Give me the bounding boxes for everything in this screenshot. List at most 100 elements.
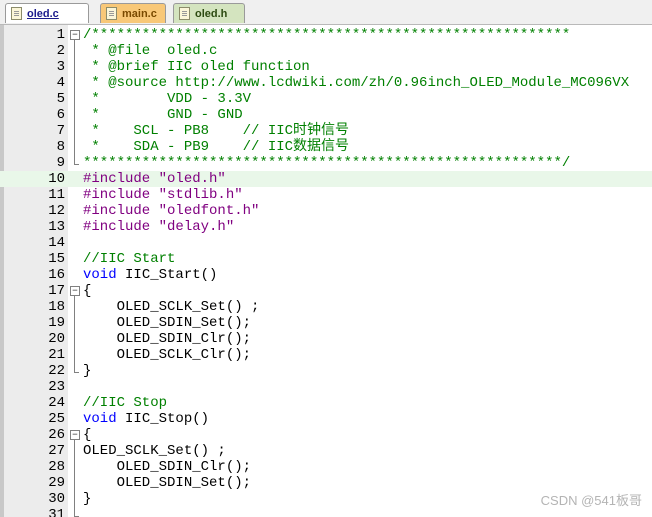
code-line[interactable]: 23 (0, 379, 652, 395)
code-text: void IIC_Start() (83, 267, 217, 283)
string-literal: "stdlib.h" (158, 187, 243, 203)
code-line[interactable]: 25 void IIC_Stop() (0, 411, 652, 427)
comment: //IIC Start (83, 251, 176, 267)
line-number: 13 (48, 219, 65, 235)
line-number: 15 (48, 251, 65, 267)
code-line[interactable]: 9 ***************************************… (0, 155, 652, 171)
code-line[interactable]: 18 OLED_SCLK_Set() ; (0, 299, 652, 315)
file-icon (179, 7, 190, 20)
code-statement: { (83, 283, 92, 299)
code-line[interactable]: 19 OLED_SDIN_Set(); (0, 315, 652, 331)
code-line[interactable]: 10 #include "oled.h" (0, 171, 652, 187)
code-line[interactable]: 13 #include "delay.h" (0, 219, 652, 235)
comment: * GND - GND (83, 107, 243, 123)
comment: //IIC Stop (83, 395, 168, 411)
code-line[interactable]: 17−{ (0, 283, 652, 299)
code-line[interactable]: 27 OLED_SCLK_Set() ; (0, 443, 652, 459)
fold-guide-end (74, 164, 79, 165)
tab-oled-h[interactable]: oled.h (173, 3, 245, 23)
line-number: 24 (48, 395, 65, 411)
file-icon (106, 7, 117, 20)
code-line[interactable]: 29 OLED_SDIN_Set(); (0, 475, 652, 491)
keyword: void (83, 267, 117, 283)
line-number: 12 (48, 203, 65, 219)
fold-guide (74, 40, 75, 164)
line-number: 14 (48, 235, 65, 251)
code-text: * SDA - PB9 // IIC数据信号 (83, 139, 349, 155)
fold-collapse-icon[interactable]: − (70, 30, 80, 40)
code-text: { (83, 427, 91, 443)
line-number: 21 (48, 347, 65, 363)
code-line[interactable]: 16 void IIC_Start() (0, 267, 652, 283)
line-number: 25 (48, 411, 65, 427)
fold-guide (74, 440, 75, 516)
line-number: 4 (56, 75, 65, 91)
code-text: * VDD - 3.3V (83, 91, 251, 107)
code-statement: OLED_SDIN_Clr(); (83, 331, 252, 347)
code-text: ****************************************… (83, 155, 570, 171)
code-line[interactable]: 20 OLED_SDIN_Clr(); (0, 331, 652, 347)
code-line[interactable]: 1−/*************************************… (0, 27, 652, 43)
line-number: 23 (48, 379, 65, 395)
code-line[interactable]: 2 * @file oled.c (0, 43, 652, 59)
string-literal: "oled.h" (158, 171, 226, 187)
code-text: #include "delay.h" (83, 219, 234, 235)
code-line[interactable]: 5 * VDD - 3.3V (0, 91, 652, 107)
code-statement: OLED_SCLK_Set() ; (83, 299, 260, 315)
code-text: #include "oled.h" (83, 171, 226, 187)
line-number: 10 (48, 171, 65, 187)
line-number: 30 (48, 491, 65, 507)
code-text: * SCL - PB8 // IIC时钟信号 (83, 123, 349, 139)
code-line[interactable]: 6 * GND - GND (0, 107, 652, 123)
tab-label: main.c (122, 7, 157, 20)
function-signature: IIC_Stop() (116, 411, 210, 427)
code-statement: { (83, 427, 92, 443)
code-line[interactable]: 28 OLED_SDIN_Clr(); (0, 459, 652, 475)
line-number: 19 (48, 315, 65, 331)
comment: * SCL - PB8 // IIC时钟信号 (83, 123, 350, 139)
code-statement: OLED_SCLK_Set() ; (83, 443, 226, 459)
code-line[interactable]: 26−{ (0, 427, 652, 443)
code-text: * @source http://www.lcdwiki.com/zh/0.96… (83, 75, 629, 91)
fold-guide (74, 296, 75, 372)
code-text: * GND - GND (83, 107, 243, 123)
comment: /***************************************… (83, 27, 571, 43)
line-number: 2 (56, 43, 65, 59)
code-line[interactable]: 12 #include "oledfont.h" (0, 203, 652, 219)
preprocessor-directive: #include (83, 219, 159, 235)
line-number: 17 (48, 283, 65, 299)
code-text: { (83, 283, 91, 299)
fold-collapse-icon[interactable]: − (70, 286, 80, 296)
code-text: OLED_SCLK_Clr(); (83, 347, 251, 363)
tab-main-c[interactable]: main.c (100, 3, 166, 23)
code-line[interactable]: 21 OLED_SCLK_Clr(); (0, 347, 652, 363)
code-line[interactable]: 24 //IIC Stop (0, 395, 652, 411)
code-statement: OLED_SCLK_Clr(); (83, 347, 252, 363)
comment: * @brief IIC oled function (83, 59, 310, 75)
code-line[interactable]: 7 * SCL - PB8 // IIC时钟信号 (0, 123, 652, 139)
code-text: #include "stdlib.h" (83, 187, 243, 203)
code-line[interactable]: 8 * SDA - PB9 // IIC数据信号 (0, 139, 652, 155)
line-number: 8 (56, 139, 65, 155)
code-statement: } (83, 491, 92, 507)
code-line[interactable]: 15 //IIC Start (0, 251, 652, 267)
code-line[interactable]: 14 (0, 235, 652, 251)
comment: * @source http://www.lcdwiki.com/zh/0.96… (83, 75, 630, 91)
code-text: /***************************************… (83, 27, 570, 43)
tab-bar: oled.c main.c oled.h (0, 0, 652, 25)
code-editor[interactable]: 1−/*************************************… (0, 25, 652, 517)
code-text: * @brief IIC oled function (83, 59, 310, 75)
comment: * VDD - 3.3V (83, 91, 252, 107)
code-line[interactable]: 22} (0, 363, 652, 379)
fold-collapse-icon[interactable]: − (70, 430, 80, 440)
tab-oled-c[interactable]: oled.c (5, 3, 89, 23)
line-number: 18 (48, 299, 65, 315)
line-number: 20 (48, 331, 65, 347)
code-line[interactable]: 3 * @brief IIC oled function (0, 59, 652, 75)
code-line[interactable]: 4 * @source http://www.lcdwiki.com/zh/0.… (0, 75, 652, 91)
line-number: 9 (56, 155, 65, 171)
code-line[interactable]: 11 #include "stdlib.h" (0, 187, 652, 203)
comment: * @file oled.c (83, 43, 218, 59)
preprocessor-directive: #include (83, 187, 159, 203)
comment: * SDA - PB9 // IIC数据信号 (83, 139, 350, 155)
